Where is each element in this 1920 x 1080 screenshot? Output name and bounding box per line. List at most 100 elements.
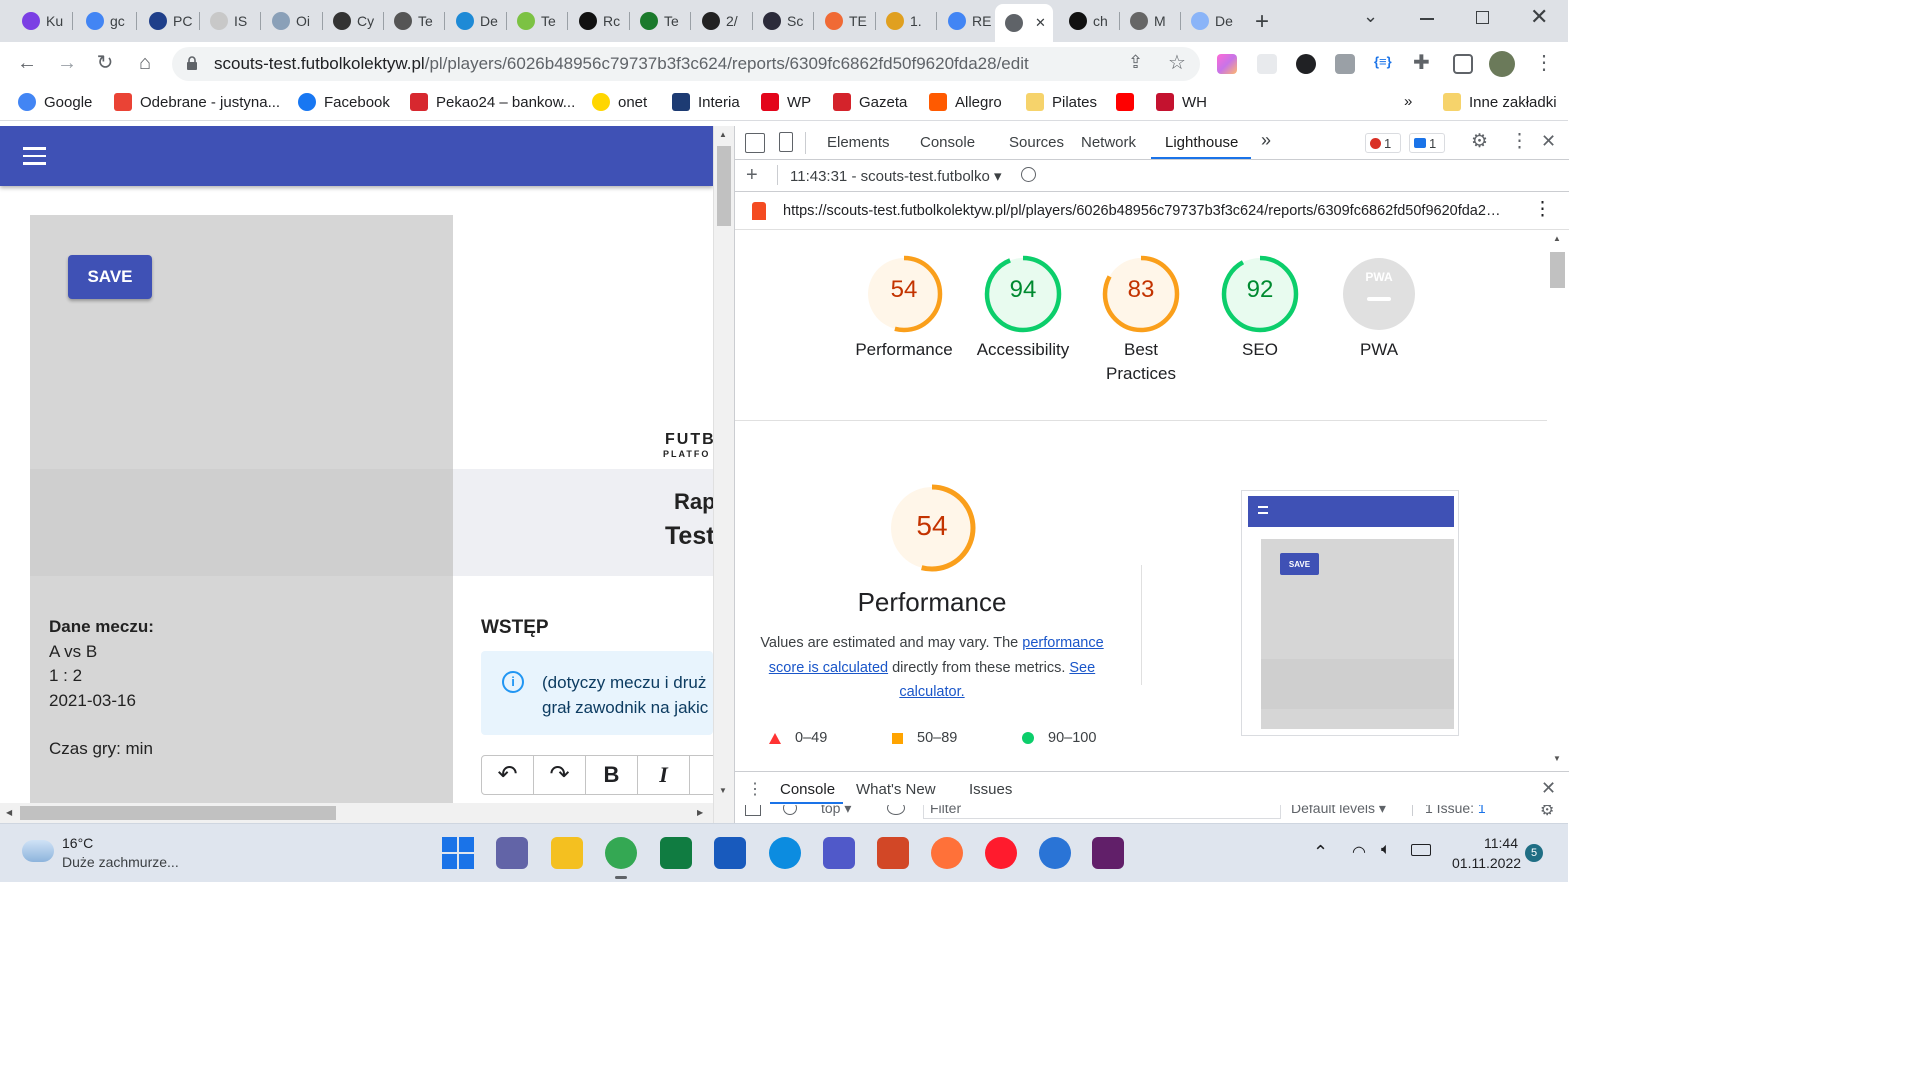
notification-badge[interactable]: 5	[1525, 844, 1543, 862]
italic-button[interactable]: I	[638, 756, 690, 794]
page-vertical-scrollbar[interactable]: ▲ ▼	[713, 126, 734, 823]
bookmark-item[interactable]: Odebrane - justyna...	[114, 93, 280, 111]
bookmark-item[interactable]	[1116, 93, 1142, 111]
forward-button[interactable]: →	[54, 50, 80, 76]
browser-tab[interactable]: TE	[815, 6, 873, 36]
restore-button[interactable]	[1476, 11, 1489, 24]
device-toolbar-icon[interactable]	[779, 132, 793, 152]
browser-tab[interactable]: Rc	[569, 6, 627, 36]
bookmark-item[interactable]: onet	[592, 93, 647, 111]
scroll-down-icon[interactable]: ▼	[719, 786, 727, 795]
browser-tab[interactable]: RE	[938, 6, 996, 36]
drawer-tab-issues[interactable]: Issues	[969, 781, 1012, 798]
scroll-up-icon[interactable]: ▲	[719, 130, 727, 139]
hscrollbar-thumb[interactable]	[20, 806, 336, 820]
json-extension-icon[interactable]: {≡}	[1374, 54, 1392, 69]
profile-avatar[interactable]	[1489, 51, 1515, 77]
scrollbar-thumb[interactable]	[717, 146, 731, 226]
tab-lighthouse[interactable]: Lighthouse	[1165, 134, 1238, 151]
bookmark-item[interactable]: Interia	[672, 93, 740, 111]
browser-tab[interactable]: IS	[200, 6, 258, 36]
browser-tab[interactable]: gc	[76, 6, 134, 36]
clock-time[interactable]: 11:44	[1484, 835, 1518, 851]
cloud-weather-icon[interactable]	[22, 840, 54, 862]
browser-tab[interactable]: Te	[384, 6, 442, 36]
browser-tab[interactable]: Ku	[12, 6, 70, 36]
minimize-button[interactable]	[1420, 18, 1434, 20]
extension-gradient-icon[interactable]	[1217, 54, 1237, 74]
bookmarks-overflow-button[interactable]: »	[1404, 93, 1412, 110]
drawer-tab-console[interactable]: Console	[780, 781, 835, 798]
bookmark-item[interactable]: Pilates	[1026, 93, 1097, 111]
browser-tab[interactable]: Te	[630, 6, 688, 36]
undo-icon[interactable]: ↶	[482, 756, 534, 794]
search-extension-icon[interactable]	[1296, 54, 1316, 74]
share-icon[interactable]: ⇪	[1128, 52, 1143, 73]
close-drawer-icon[interactable]: ✕	[1541, 778, 1556, 799]
clear-console-icon[interactable]	[783, 805, 797, 815]
weather-desc[interactable]: Duże zachmurze...	[62, 854, 179, 870]
inspect-element-icon[interactable]	[745, 133, 765, 153]
save-button[interactable]: SAVE	[68, 255, 152, 299]
context-select[interactable]: top ▾	[821, 805, 851, 817]
eyedropper-icon[interactable]	[1257, 54, 1277, 74]
address-bar[interactable]: scouts-test.futbolkolektyw.pl/pl/players…	[172, 47, 1200, 81]
browser-tab[interactable]: PC	[139, 6, 197, 36]
browser-tab[interactable]: 2/	[692, 6, 750, 36]
bookmark-item[interactable]: Gazeta	[833, 93, 907, 111]
score-gauge[interactable]: 83 Best Practices	[1081, 254, 1201, 386]
new-report-icon[interactable]: +	[746, 164, 758, 187]
edge-icon[interactable]	[769, 837, 801, 869]
tab-sources[interactable]: Sources	[1009, 134, 1064, 151]
weather-temp[interactable]: 16°C	[62, 835, 93, 851]
clock-date[interactable]: 01.11.2022	[1452, 855, 1521, 871]
messages-badge[interactable]: 1	[1409, 133, 1445, 153]
bookmark-item[interactable]: Facebook	[298, 93, 390, 111]
close-devtools-icon[interactable]: ✕	[1541, 131, 1556, 152]
browser-tab[interactable]: M	[1120, 6, 1178, 36]
thunderbird-icon[interactable]	[1039, 837, 1071, 869]
browser-tab[interactable]: Cy	[323, 6, 381, 36]
score-gauge[interactable]: PWA PWA	[1319, 254, 1439, 362]
score-gauge[interactable]: 92 SEO	[1200, 254, 1320, 362]
scroll-down-icon[interactable]: ▼	[1553, 754, 1561, 763]
browser-tab[interactable]: De	[446, 6, 504, 36]
console-filter-input[interactable]: Filter	[923, 805, 1281, 819]
file-explorer-icon[interactable]	[551, 837, 583, 869]
home-button[interactable]: ⌂	[132, 50, 158, 76]
drawer-tab-whats-new[interactable]: What's New	[856, 781, 936, 798]
back-button[interactable]: ←	[14, 50, 40, 76]
browser-tab[interactable]: Te	[507, 6, 565, 36]
show-hidden-icons-chevron-icon[interactable]: ⌃	[1313, 842, 1328, 863]
sidebar-toggle-icon[interactable]	[745, 805, 761, 816]
teams-chat-icon[interactable]	[496, 837, 528, 869]
redo-icon[interactable]: ↷	[534, 756, 586, 794]
reload-button[interactable]: ↻	[92, 50, 118, 76]
clear-reports-icon[interactable]	[1021, 167, 1036, 182]
devtools-menu-icon[interactable]: ⋮	[1510, 130, 1529, 153]
opera-icon[interactable]	[985, 837, 1017, 869]
report-select[interactable]: 11:43:31 - scouts-test.futbolko ▾	[790, 167, 1002, 185]
tab-network[interactable]: Network	[1081, 134, 1136, 151]
issues-counter[interactable]: 1 Issue: 1	[1412, 805, 1486, 816]
teams-icon[interactable]	[823, 837, 855, 869]
tab-search-icon[interactable]: ⌄	[1363, 6, 1378, 27]
report-menu-icon[interactable]: ⋮	[1533, 198, 1552, 221]
firefox-icon[interactable]	[931, 837, 963, 869]
live-expression-icon[interactable]	[887, 805, 905, 815]
browser-tab[interactable]: Sc	[753, 6, 811, 36]
browser-tab[interactable]: De	[1181, 6, 1239, 36]
word-icon[interactable]	[714, 837, 746, 869]
slack-icon[interactable]	[1092, 837, 1124, 869]
battery-icon[interactable]	[1411, 844, 1431, 856]
camera-icon[interactable]	[1335, 54, 1355, 74]
other-bookmarks[interactable]: Inne zakładki	[1443, 93, 1557, 111]
chrome-icon[interactable]	[605, 837, 637, 869]
console-settings-icon[interactable]: ⚙	[1540, 805, 1554, 820]
bookmark-star-icon[interactable]: ☆	[1168, 50, 1186, 75]
close-window-button[interactable]: ✕	[1530, 4, 1548, 30]
more-tabs-button[interactable]: »	[1261, 130, 1271, 151]
hamburger-menu-icon[interactable]	[23, 147, 46, 165]
score-gauge[interactable]: 54 Performance	[844, 254, 964, 362]
settings-gear-icon[interactable]: ⚙	[1471, 130, 1488, 153]
